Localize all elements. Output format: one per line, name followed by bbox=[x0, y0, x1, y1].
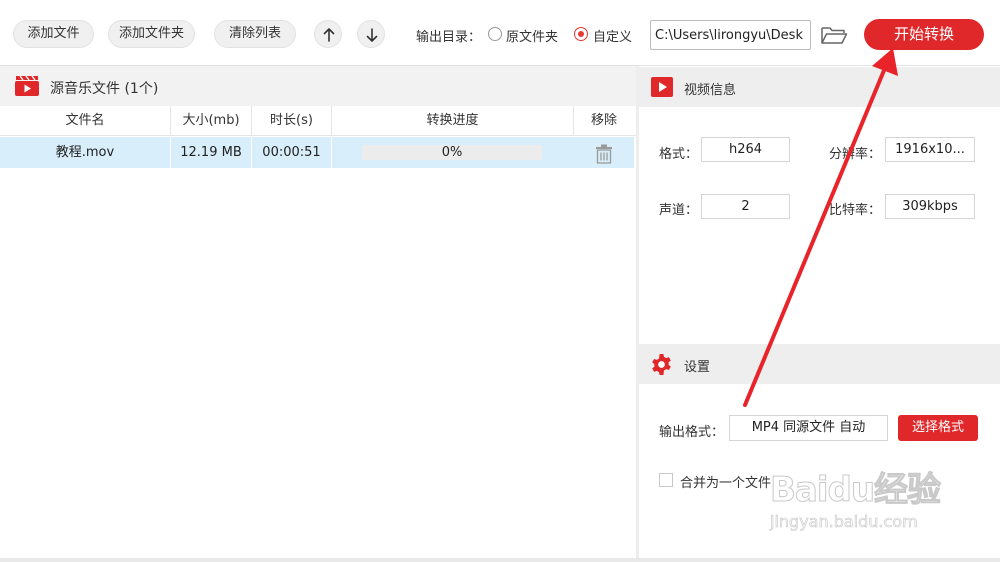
toolbar: 添加文件 添加文件夹 清除列表 输出目录： 原文件夹 自定义 开始转换 bbox=[0, 0, 1000, 66]
column-header-remove: 移除 bbox=[590, 113, 617, 128]
cell-size: 12.19 MB bbox=[171, 137, 252, 168]
radio-custom-label: 自定义 bbox=[593, 30, 633, 45]
cell-filename: 教程.mov bbox=[0, 137, 171, 168]
add-file-button[interactable]: 添加文件 bbox=[13, 20, 94, 48]
resolution-value: 1916x10... bbox=[885, 137, 975, 162]
source-files-header: 源音乐文件 (1个) bbox=[0, 66, 636, 106]
merge-checkbox[interactable] bbox=[659, 473, 673, 487]
format-label: 格式： bbox=[659, 147, 699, 162]
info-panel: 视频信息 格式： h264 分辨率： 1916x10... 声道： 2 比特率：… bbox=[639, 66, 1000, 560]
resolution-label: 分辨率： bbox=[829, 147, 882, 162]
arrow-up-icon bbox=[323, 28, 335, 42]
settings-header: 设置 bbox=[639, 344, 1000, 384]
add-folder-button[interactable]: 添加文件夹 bbox=[108, 20, 195, 48]
arrow-down-icon bbox=[366, 28, 378, 42]
column-header-size: 大小(mb) bbox=[171, 106, 252, 136]
move-up-button[interactable] bbox=[314, 20, 342, 48]
radio-custom[interactable] bbox=[574, 27, 588, 41]
radio-original-folder[interactable] bbox=[488, 27, 502, 41]
status-bar bbox=[0, 558, 1000, 562]
gear-icon bbox=[652, 353, 671, 376]
move-down-button[interactable] bbox=[357, 20, 385, 48]
folder-open-icon[interactable] bbox=[820, 24, 848, 46]
file-table-header: 文件名 大小(mb) 时长(s) 转换进度 移除 bbox=[0, 106, 636, 136]
video-clapper-icon bbox=[15, 75, 39, 96]
column-header-duration: 时长(s) bbox=[252, 106, 332, 136]
cell-duration: 00:00:51 bbox=[252, 137, 332, 168]
start-convert-button[interactable]: 开始转换 bbox=[864, 19, 984, 50]
format-value: h264 bbox=[701, 137, 790, 162]
settings-title: 设置 bbox=[684, 360, 711, 375]
output-dir-label: 输出目录： bbox=[416, 30, 482, 45]
source-files-panel: 源音乐文件 (1个) 文件名 大小(mb) 时长(s) 转换进度 移除 教程.m… bbox=[0, 66, 636, 560]
table-row[interactable]: 教程.mov 12.19 MB 00:00:51 0% bbox=[0, 137, 634, 168]
channels-label: 声道： bbox=[659, 203, 699, 218]
output-format-label: 输出格式： bbox=[659, 425, 725, 440]
video-info-title: 视频信息 bbox=[684, 83, 737, 98]
merge-checkbox-label: 合并为一个文件 bbox=[680, 476, 772, 491]
output-format-field[interactable]: MP4 同源文件 自动 bbox=[729, 415, 888, 441]
clear-list-button[interactable]: 清除列表 bbox=[214, 20, 296, 48]
video-play-icon bbox=[651, 77, 673, 97]
trash-icon[interactable] bbox=[595, 144, 613, 164]
video-info-header: 视频信息 bbox=[639, 67, 1000, 107]
radio-original-label: 原文件夹 bbox=[506, 30, 559, 45]
output-path-input[interactable] bbox=[650, 20, 811, 50]
column-header-progress: 转换进度 bbox=[332, 106, 574, 136]
source-files-title: 源音乐文件 (1个) bbox=[50, 81, 159, 97]
select-format-button[interactable]: 选择格式 bbox=[898, 415, 978, 441]
channels-value: 2 bbox=[701, 194, 790, 219]
column-header-filename: 文件名 bbox=[0, 106, 171, 136]
bitrate-label: 比特率： bbox=[829, 203, 882, 218]
bitrate-value: 309kbps bbox=[885, 194, 975, 219]
cell-progress: 0% bbox=[441, 145, 463, 160]
